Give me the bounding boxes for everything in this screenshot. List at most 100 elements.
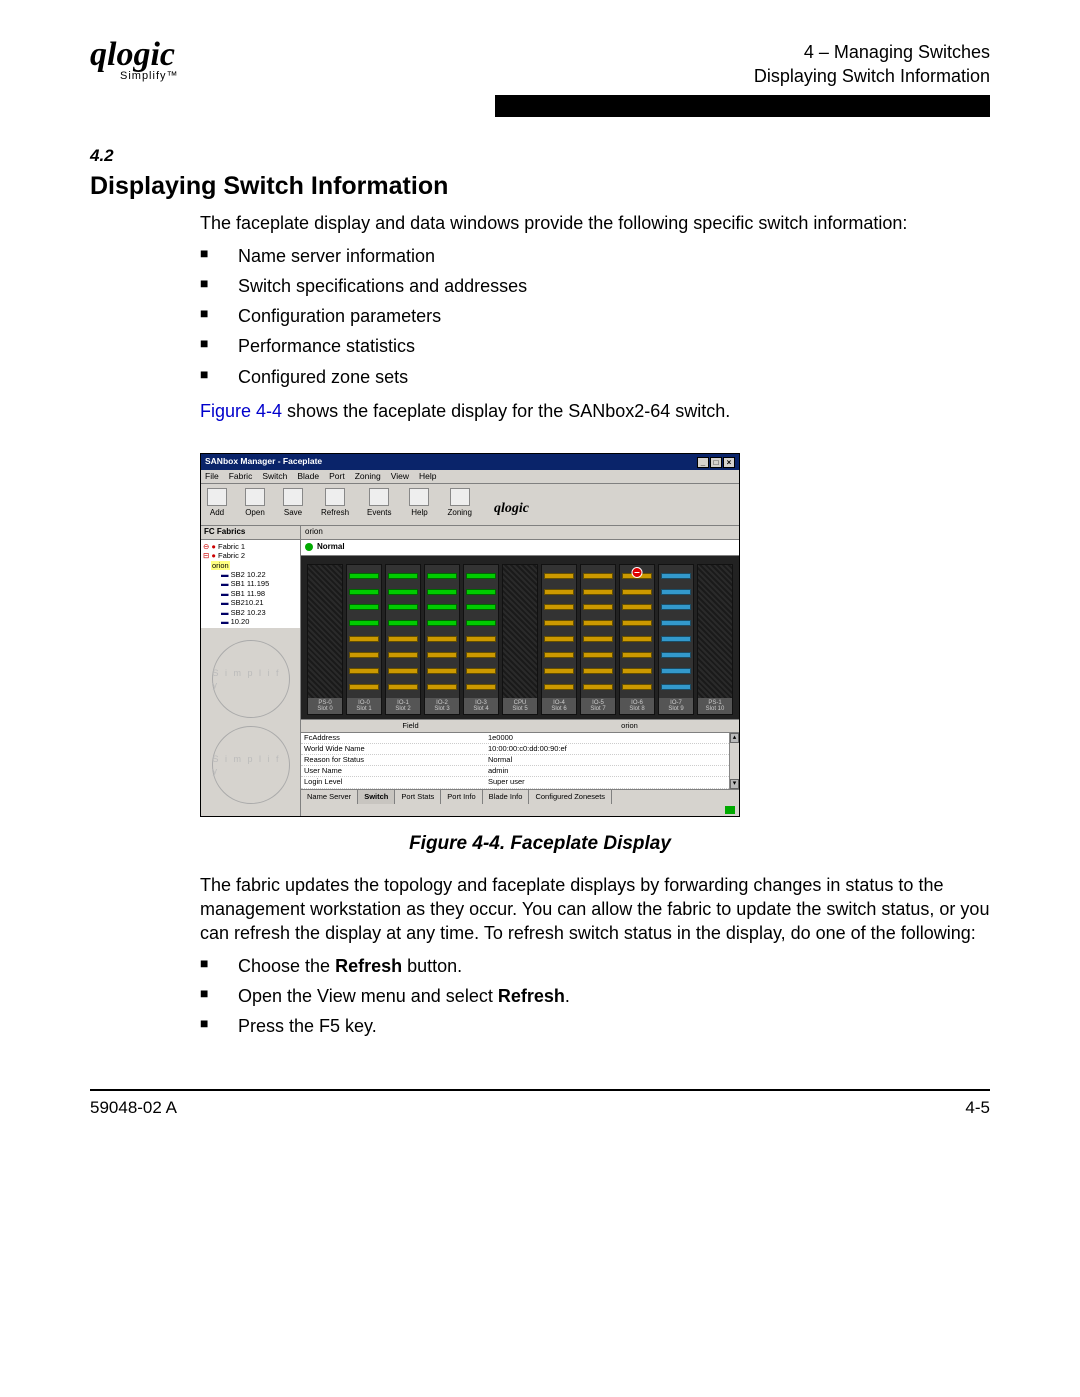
minimize-button[interactable]: _ <box>697 457 709 468</box>
menu-switch[interactable]: Switch <box>262 471 287 482</box>
menu-help[interactable]: Help <box>419 471 436 482</box>
port-indicator[interactable] <box>544 604 574 610</box>
close-button[interactable]: × <box>723 457 735 468</box>
port-indicator[interactable] <box>583 573 613 579</box>
chassis-slot[interactable]: PS-1Slot 10 <box>697 564 733 715</box>
port-indicator[interactable] <box>388 604 418 610</box>
port-indicator[interactable] <box>466 668 496 674</box>
menu-fabric[interactable]: Fabric <box>229 471 253 482</box>
chassis-slot[interactable]: IO-5Slot 7 <box>580 564 616 715</box>
tool-help[interactable]: Help <box>409 488 429 519</box>
port-indicator[interactable] <box>466 684 496 690</box>
port-indicator[interactable] <box>349 573 379 579</box>
port-indicator[interactable] <box>661 620 691 626</box>
tree-item[interactable]: 10.20 <box>231 617 250 626</box>
port-indicator[interactable] <box>544 668 574 674</box>
port-indicator[interactable] <box>349 636 379 642</box>
tab-configured-zonesets[interactable]: Configured Zonesets <box>529 790 612 804</box>
menu-view[interactable]: View <box>391 471 409 482</box>
port-indicator[interactable] <box>388 620 418 626</box>
port-indicator[interactable] <box>583 604 613 610</box>
menu-blade[interactable]: Blade <box>297 471 319 482</box>
port-indicator[interactable] <box>583 636 613 642</box>
port-indicator[interactable] <box>427 604 457 610</box>
port-indicator[interactable] <box>622 604 652 610</box>
chassis-slot[interactable]: IO-0Slot 1 <box>346 564 382 715</box>
port-indicator[interactable] <box>544 573 574 579</box>
port-indicator[interactable] <box>427 573 457 579</box>
port-indicator[interactable] <box>583 684 613 690</box>
port-indicator[interactable] <box>544 636 574 642</box>
port-indicator[interactable] <box>427 620 457 626</box>
port-indicator[interactable] <box>466 573 496 579</box>
port-indicator[interactable] <box>583 652 613 658</box>
port-indicator[interactable] <box>466 652 496 658</box>
port-indicator[interactable] <box>661 652 691 658</box>
port-indicator[interactable] <box>466 589 496 595</box>
tree-item[interactable]: SB1 11.195 <box>231 579 270 588</box>
tab-switch[interactable]: Switch <box>358 790 395 804</box>
port-indicator[interactable] <box>622 636 652 642</box>
port-indicator[interactable] <box>388 668 418 674</box>
port-indicator[interactable] <box>427 668 457 674</box>
port-indicator[interactable] <box>349 620 379 626</box>
tree-item[interactable]: SB2 10.23 <box>231 608 266 617</box>
menu-zoning[interactable]: Zoning <box>355 471 381 482</box>
port-indicator[interactable] <box>427 589 457 595</box>
port-indicator[interactable] <box>466 636 496 642</box>
tab-blade-info[interactable]: Blade Info <box>483 790 530 804</box>
port-indicator[interactable] <box>466 604 496 610</box>
chassis-slot[interactable]: IO-2Slot 3 <box>424 564 460 715</box>
port-indicator[interactable] <box>388 684 418 690</box>
port-indicator[interactable] <box>427 652 457 658</box>
port-indicator[interactable] <box>622 668 652 674</box>
port-indicator[interactable] <box>622 589 652 595</box>
tree-selected-node[interactable]: orion <box>211 561 230 570</box>
tool-events[interactable]: Events <box>367 488 391 519</box>
vertical-scrollbar[interactable]: ▴ ▾ <box>729 733 739 789</box>
port-indicator[interactable] <box>583 620 613 626</box>
chassis-slot[interactable]: IO-6Slot 8 <box>619 564 655 715</box>
port-indicator[interactable] <box>388 636 418 642</box>
port-indicator[interactable] <box>349 604 379 610</box>
port-indicator[interactable] <box>544 589 574 595</box>
port-indicator[interactable] <box>661 668 691 674</box>
port-indicator[interactable] <box>388 589 418 595</box>
port-indicator[interactable] <box>427 636 457 642</box>
port-indicator[interactable] <box>466 620 496 626</box>
chassis-slot[interactable]: IO-4Slot 6 <box>541 564 577 715</box>
port-indicator[interactable] <box>427 684 457 690</box>
menu-port[interactable]: Port <box>329 471 345 482</box>
port-indicator[interactable] <box>583 668 613 674</box>
port-indicator[interactable] <box>388 573 418 579</box>
chassis-slot[interactable]: PS-0Slot 0 <box>307 564 343 715</box>
chassis-slot[interactable]: IO-1Slot 2 <box>385 564 421 715</box>
tree-item[interactable]: SB1 11.98 <box>231 589 265 598</box>
port-indicator[interactable] <box>661 636 691 642</box>
port-indicator[interactable] <box>349 589 379 595</box>
port-indicator[interactable] <box>661 589 691 595</box>
tool-open[interactable]: Open <box>245 488 265 519</box>
port-indicator[interactable] <box>622 684 652 690</box>
port-indicator[interactable] <box>349 684 379 690</box>
tool-refresh[interactable]: Refresh <box>321 488 349 519</box>
port-indicator[interactable] <box>544 620 574 626</box>
port-indicator[interactable] <box>388 652 418 658</box>
tool-zoning[interactable]: Zoning <box>447 488 471 519</box>
port-indicator[interactable] <box>661 604 691 610</box>
port-indicator[interactable] <box>349 668 379 674</box>
tab-port-info[interactable]: Port Info <box>441 790 482 804</box>
port-indicator[interactable] <box>622 620 652 626</box>
port-indicator[interactable] <box>583 589 613 595</box>
port-indicator[interactable] <box>622 652 652 658</box>
port-indicator[interactable] <box>544 652 574 658</box>
fabric-tree[interactable]: ⊖ ● Fabric 1 ⊟ ● Fabric 2 orion ▬ SB2 10… <box>201 540 300 628</box>
scroll-up-icon[interactable]: ▴ <box>730 733 739 743</box>
tree-fabric-2[interactable]: Fabric 2 <box>218 551 245 560</box>
tool-save[interactable]: Save <box>283 488 303 519</box>
port-indicator[interactable] <box>661 573 691 579</box>
maximize-button[interactable]: □ <box>710 457 722 468</box>
tab-port-stats[interactable]: Port Stats <box>395 790 441 804</box>
tab-name-server[interactable]: Name Server <box>301 790 358 804</box>
chassis-slot[interactable]: IO-3Slot 4 <box>463 564 499 715</box>
